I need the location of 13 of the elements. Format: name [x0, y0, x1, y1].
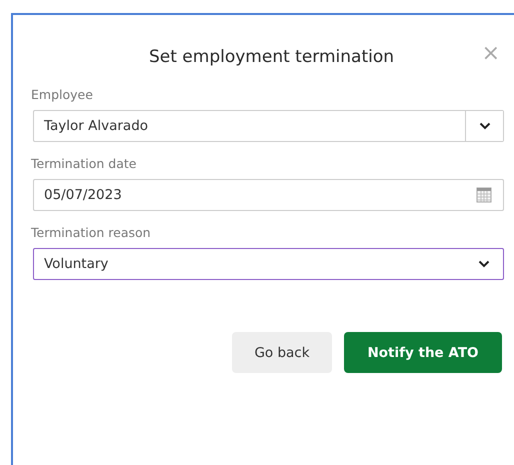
field-label: Termination date	[31, 156, 138, 171]
select-field[interactable]: Voluntary	[33, 248, 504, 280]
back-button[interactable]: Go back	[232, 332, 332, 373]
select-field[interactable]: Taylor Alvarado	[33, 110, 504, 142]
dropdown-button[interactable]	[465, 111, 503, 141]
date-field[interactable]: 05/07/2023	[33, 179, 504, 211]
chevron-down-icon	[478, 260, 490, 268]
chevron-down-icon	[478, 122, 490, 130]
dialog-title: Set employment termination	[148, 47, 394, 69]
field-label: Employee	[31, 87, 94, 102]
submit-button[interactable]: Notify the ATO	[344, 332, 502, 373]
field-label: Termination reason	[31, 225, 152, 240]
calendar-icon[interactable]	[476, 187, 492, 203]
